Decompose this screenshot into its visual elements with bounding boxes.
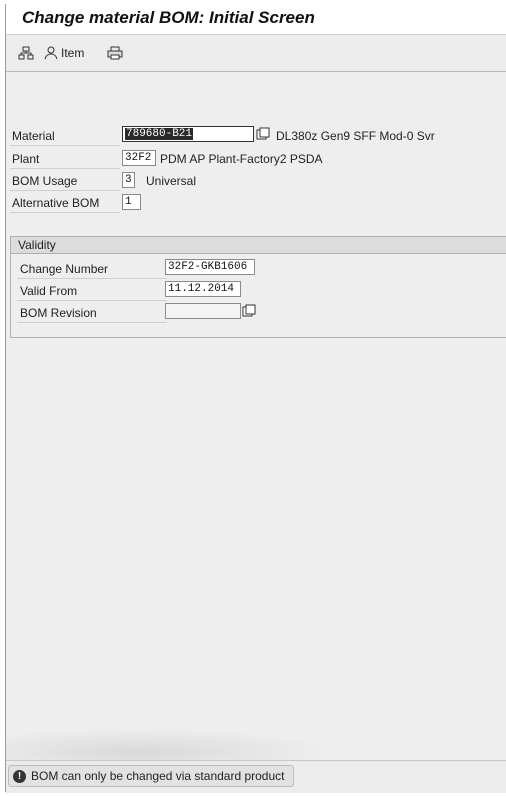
label-underline (17, 322, 167, 323)
bom-revision-input[interactable] (165, 303, 241, 319)
status-bar: ! BOM can only be changed via standard p… (6, 760, 506, 793)
alternative-bom-input[interactable]: 1 (122, 194, 141, 210)
label-underline (10, 190, 120, 191)
plant-label: Plant (12, 152, 40, 166)
bom-usage-description: Universal (146, 174, 197, 188)
valid-from-input[interactable]: 11.12.2014 (165, 281, 241, 297)
material-input[interactable]: 789680-B21 (122, 126, 254, 142)
plant-description: PDM AP Plant-Factory2 PSDA (160, 152, 323, 166)
validity-group-header: Validity (11, 237, 506, 254)
label-underline (10, 212, 120, 213)
title-bar: Change material BOM: Initial Screen (6, 4, 506, 35)
main-content: Material 789680-B21 DL380z Gen9 SFF Mod-… (6, 72, 506, 762)
label-underline (17, 300, 167, 301)
change-number-label: Change Number (20, 262, 109, 276)
sap-window: Change material BOM: Initial Screen Item… (5, 4, 506, 793)
hierarchy-icon[interactable] (18, 45, 34, 61)
person-icon (44, 46, 58, 60)
item-button[interactable]: Item (44, 45, 84, 61)
plant-input[interactable]: 32F2 (122, 150, 156, 166)
validity-group: Validity Change Number 32F2-GKB1606 Vali… (10, 236, 506, 338)
label-underline (10, 145, 120, 146)
material-description: DL380z Gen9 SFF Mod-0 Svr (276, 129, 435, 143)
status-message[interactable]: ! BOM can only be changed via standard p… (8, 765, 294, 787)
change-number-input[interactable]: 32F2-GKB1606 (165, 259, 255, 275)
bom-revision-label: BOM Revision (20, 306, 97, 320)
validity-group-title: Validity (18, 238, 56, 252)
status-message-text: BOM can only be changed via standard pro… (31, 769, 285, 783)
bom-usage-label: BOM Usage (12, 174, 78, 188)
bom-usage-input[interactable]: 3 (122, 172, 135, 188)
label-underline (17, 278, 167, 279)
print-icon[interactable] (107, 45, 123, 61)
item-button-label: Item (61, 46, 85, 60)
valid-from-label: Valid From (20, 284, 78, 298)
warning-icon: ! (13, 769, 26, 783)
alternative-bom-label: Alternative BOM (12, 196, 100, 210)
label-underline (10, 168, 120, 169)
value-help-icon[interactable] (256, 127, 271, 142)
material-label: Material (12, 129, 55, 143)
application-toolbar: Item (6, 35, 506, 72)
page-title: Change material BOM: Initial Screen (22, 8, 315, 27)
value-help-icon[interactable] (242, 304, 257, 319)
